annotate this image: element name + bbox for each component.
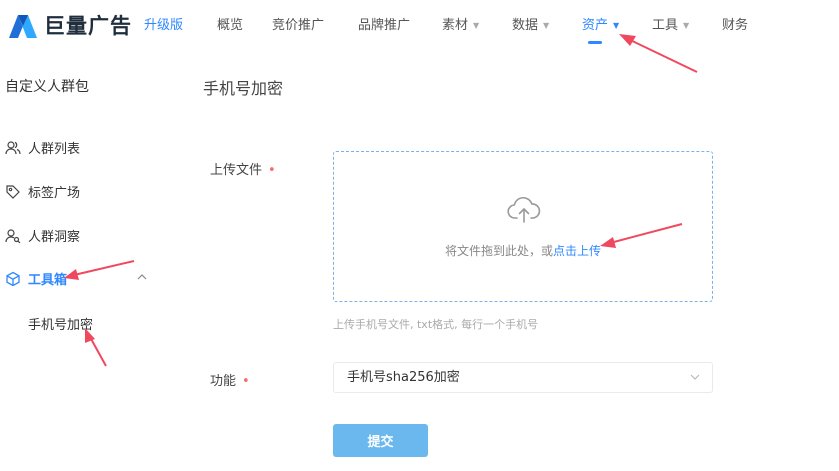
file-upload-dropzone[interactable]: 将文件拖到此处，或点击上传 (333, 151, 713, 302)
sidebar-title: 自定义人群包 (5, 79, 89, 95)
person-search-icon (5, 228, 21, 243)
function-label: 功能 • (210, 374, 250, 389)
sidebar-item-audience-list[interactable]: 人群列表 (5, 138, 80, 157)
page-title: 手机号加密 (203, 79, 284, 98)
upload-hint: 上传手机号文件, txt格式, 每行一个手机号 (333, 318, 539, 331)
nav-item-assets[interactable]: 资产 ▼ (582, 17, 652, 44)
caret-down-icon: ▼ (473, 21, 480, 30)
submit-button[interactable]: 提交 (333, 424, 428, 457)
required-mark: • (268, 163, 276, 178)
people-icon (5, 140, 21, 154)
function-select[interactable]: 手机号sha256加密 (333, 362, 713, 393)
nav-item-material[interactable]: 素材 ▼ (442, 17, 512, 35)
nav-item-tools[interactable]: 工具 ▼ (652, 17, 722, 35)
sidebar-item-toolbox[interactable]: 工具箱 (5, 269, 67, 288)
nav-item-overview[interactable]: 概览 (217, 17, 272, 35)
cube-icon (6, 271, 20, 286)
nav-item-bidding[interactable]: 竞价推广 (272, 17, 358, 35)
tag-icon (6, 184, 20, 199)
required-mark: • (242, 374, 250, 389)
click-upload-link[interactable]: 点击上传 (553, 244, 601, 258)
sidebar-item-audience-insight[interactable]: 人群洞察 (5, 226, 80, 245)
main-nav: 概览 竞价推广 品牌推广 素材 ▼ 数据 ▼ 资产 ▼ 工具 ▼ 财务 (217, 17, 772, 44)
cloud-upload-icon (507, 196, 541, 223)
brand-badge: 升级版 (144, 18, 184, 33)
sidebar-item-tag-square[interactable]: 标签广场 (5, 182, 80, 201)
top-navigation-bar: 巨量广告 升级版 概览 竞价推广 品牌推广 素材 ▼ 数据 ▼ 资产 ▼ 工具 ▼ 财务 (0, 0, 839, 52)
ocean-engine-logo-icon (9, 15, 37, 38)
caret-down-icon: ▼ (613, 21, 620, 30)
arrow-annotation (64, 260, 135, 280)
brand-logo[interactable]: 巨量广告 升级版 (8, 12, 183, 40)
arrow-annotation (85, 328, 107, 367)
nav-item-finance[interactable]: 财务 (722, 17, 772, 35)
upload-instructions: 将文件拖到此处，或点击上传 (444, 244, 602, 258)
function-select-value: 手机号sha256加密 (347, 370, 460, 385)
nav-item-data[interactable]: 数据 ▼ (512, 17, 582, 35)
chevron-up-icon[interactable] (136, 272, 148, 282)
upload-file-label: 上传文件 • (210, 163, 276, 178)
caret-down-icon: ▼ (683, 21, 690, 30)
nav-item-brand[interactable]: 品牌推广 (358, 17, 442, 35)
chevron-down-icon (690, 374, 700, 380)
sidebar-subitem-phone-encrypt[interactable]: 手机号加密 (28, 314, 93, 333)
caret-down-icon: ▼ (543, 21, 550, 30)
brand-name: 巨量广告 (44, 14, 132, 38)
